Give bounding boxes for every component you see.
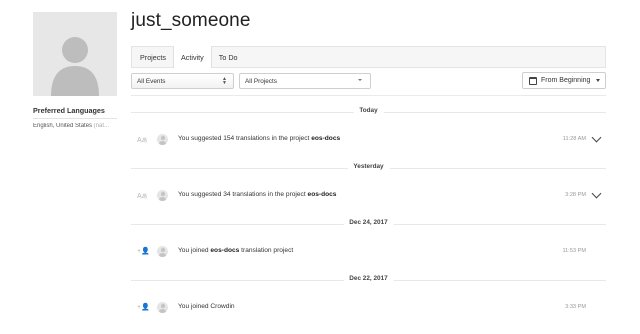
events-filter-value: All Events — [137, 77, 166, 85]
activity-entry: Aあ You suggested 154 translations in the… — [131, 132, 606, 147]
projects-filter-select[interactable]: All Projects — [239, 73, 371, 89]
user-avatar-icon — [157, 190, 168, 201]
date-separator: Dec 22, 2017 — [131, 275, 606, 285]
activity-entry: +👤 You joined eos-docs translation proje… — [131, 245, 606, 259]
suggest-translation-icon: Aあ — [137, 193, 148, 200]
project-link[interactable]: eos-docs — [311, 135, 340, 142]
activity-text: You joined Crowdin — [178, 303, 235, 310]
activity-time: 3:28 PM — [565, 192, 586, 198]
date-separator: Today — [131, 107, 606, 117]
profile-tabs: Projects Activity To Do — [131, 46, 606, 68]
tab-activity[interactable]: Activity — [172, 46, 212, 68]
language-name: English, United States — [33, 123, 93, 129]
divider — [33, 118, 117, 119]
activity-time: 11:53 PM — [562, 248, 586, 254]
activity-time: 11:28 AM — [562, 136, 586, 142]
chevron-down-icon[interactable] — [591, 132, 602, 143]
project-link[interactable]: eos-docs — [308, 191, 337, 198]
caret-down-icon — [596, 79, 601, 82]
tab-todo[interactable]: To Do — [212, 47, 245, 67]
calendar-icon — [529, 76, 537, 85]
chevron-down-icon — [358, 79, 362, 81]
suggest-translation-icon: Aあ — [137, 137, 148, 144]
preferred-language-item: English, United States (nat... — [33, 123, 117, 129]
date-range-button[interactable]: From Beginning — [522, 72, 606, 89]
activity-text: You suggested 154 translations in the pr… — [178, 135, 341, 142]
date-range-label: From Beginning — [541, 77, 591, 84]
join-project-icon: +👤 — [137, 248, 150, 255]
activity-time: 3:33 PM — [565, 304, 586, 310]
activity-entry: Aあ You suggested 34 translations in the … — [131, 188, 606, 203]
divider — [131, 95, 606, 96]
projects-filter-value: All Projects — [245, 77, 277, 85]
user-silhouette-icon — [51, 37, 99, 96]
tab-projects[interactable]: Projects — [133, 47, 173, 67]
date-label: Dec 24, 2017 — [343, 219, 394, 226]
date-label: Dec 22, 2017 — [343, 275, 394, 282]
preferred-languages-title: Preferred Languages — [33, 106, 105, 115]
activity-text: You joined eos-docs translation project — [178, 247, 294, 254]
events-filter-select[interactable]: All Events ▲ ▼ — [131, 73, 234, 89]
profile-avatar — [33, 12, 117, 96]
user-avatar-icon — [157, 246, 168, 257]
activity-text: You suggested 34 translations in the pro… — [178, 191, 337, 198]
chevron-down-icon[interactable] — [591, 188, 602, 199]
activity-entry: +👤 You joined Crowdin 3:33 PM — [131, 301, 606, 315]
date-label: Yesterday — [347, 163, 390, 170]
join-project-icon: +👤 — [137, 304, 150, 311]
project-link[interactable]: eos-docs — [210, 247, 239, 254]
date-label: Today — [353, 107, 384, 114]
page-title: just_someone — [131, 10, 251, 31]
date-separator: Dec 24, 2017 — [131, 219, 606, 229]
up-down-arrows-icon: ▲ ▼ — [222, 76, 227, 86]
user-avatar-icon — [157, 302, 168, 313]
date-separator: Yesterday — [131, 163, 606, 173]
language-native-note: (nat... — [93, 123, 110, 129]
user-avatar-icon — [157, 134, 168, 145]
